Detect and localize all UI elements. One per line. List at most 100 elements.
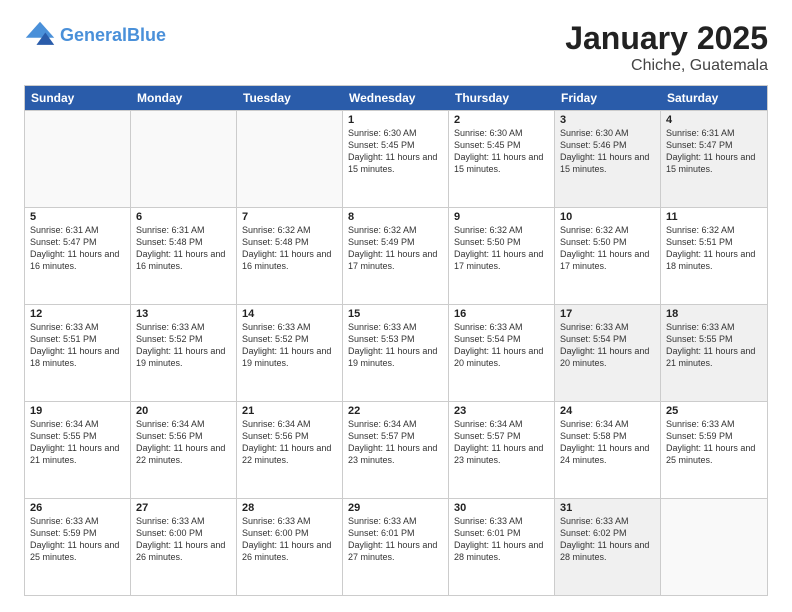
calendar-cell: 19Sunrise: 6:34 AM Sunset: 5:55 PM Dayli… [25,402,131,498]
day-number: 15 [348,308,443,320]
day-info: Sunrise: 6:33 AM Sunset: 5:59 PM Dayligh… [30,515,125,564]
day-number: 5 [30,211,125,223]
calendar-cell: 18Sunrise: 6:33 AM Sunset: 5:55 PM Dayli… [661,305,767,401]
day-number: 20 [136,405,231,417]
day-number: 1 [348,114,443,126]
calendar-week-2: 5Sunrise: 6:31 AM Sunset: 5:47 PM Daylig… [25,207,767,304]
day-number: 22 [348,405,443,417]
day-info: Sunrise: 6:33 AM Sunset: 5:53 PM Dayligh… [348,321,443,370]
logo-line1: General [60,25,127,45]
calendar-cell: 15Sunrise: 6:33 AM Sunset: 5:53 PM Dayli… [343,305,449,401]
calendar-cell: 10Sunrise: 6:32 AM Sunset: 5:50 PM Dayli… [555,208,661,304]
calendar-cell: 14Sunrise: 6:33 AM Sunset: 5:52 PM Dayli… [237,305,343,401]
day-number: 3 [560,114,655,126]
calendar-header: SundayMondayTuesdayWednesdayThursdayFrid… [25,86,767,110]
calendar-cell: 24Sunrise: 6:34 AM Sunset: 5:58 PM Dayli… [555,402,661,498]
day-info: Sunrise: 6:32 AM Sunset: 5:51 PM Dayligh… [666,224,762,273]
day-info: Sunrise: 6:33 AM Sunset: 6:02 PM Dayligh… [560,515,655,564]
day-number: 28 [242,502,337,514]
day-info: Sunrise: 6:32 AM Sunset: 5:50 PM Dayligh… [454,224,549,273]
day-info: Sunrise: 6:34 AM Sunset: 5:57 PM Dayligh… [348,418,443,467]
day-info: Sunrise: 6:32 AM Sunset: 5:50 PM Dayligh… [560,224,655,273]
main-title: January 2025 [565,20,768,57]
day-number: 7 [242,211,337,223]
day-number: 9 [454,211,549,223]
day-number: 8 [348,211,443,223]
day-number: 31 [560,502,655,514]
day-info: Sunrise: 6:33 AM Sunset: 5:59 PM Dayligh… [666,418,762,467]
calendar-cell [131,111,237,207]
calendar-cell: 23Sunrise: 6:34 AM Sunset: 5:57 PM Dayli… [449,402,555,498]
calendar-cell: 29Sunrise: 6:33 AM Sunset: 6:01 PM Dayli… [343,499,449,595]
calendar-cell [237,111,343,207]
day-info: Sunrise: 6:31 AM Sunset: 5:48 PM Dayligh… [136,224,231,273]
day-info: Sunrise: 6:33 AM Sunset: 5:55 PM Dayligh… [666,321,762,370]
day-info: Sunrise: 6:33 AM Sunset: 6:00 PM Dayligh… [136,515,231,564]
day-info: Sunrise: 6:30 AM Sunset: 5:46 PM Dayligh… [560,127,655,176]
day-number: 23 [454,405,549,417]
calendar-cell: 17Sunrise: 6:33 AM Sunset: 5:54 PM Dayli… [555,305,661,401]
calendar-week-5: 26Sunrise: 6:33 AM Sunset: 5:59 PM Dayli… [25,498,767,595]
day-number: 29 [348,502,443,514]
page: GeneralBlue January 2025 Chiche, Guatema… [0,0,792,612]
calendar-cell: 16Sunrise: 6:33 AM Sunset: 5:54 PM Dayli… [449,305,555,401]
day-info: Sunrise: 6:34 AM Sunset: 5:58 PM Dayligh… [560,418,655,467]
calendar: SundayMondayTuesdayWednesdayThursdayFrid… [24,85,768,596]
day-number: 24 [560,405,655,417]
calendar-cell: 7Sunrise: 6:32 AM Sunset: 5:48 PM Daylig… [237,208,343,304]
calendar-week-4: 19Sunrise: 6:34 AM Sunset: 5:55 PM Dayli… [25,401,767,498]
day-number: 30 [454,502,549,514]
calendar-cell: 11Sunrise: 6:32 AM Sunset: 5:51 PM Dayli… [661,208,767,304]
day-info: Sunrise: 6:33 AM Sunset: 5:52 PM Dayligh… [242,321,337,370]
logo-icon [24,20,56,52]
calendar-cell: 26Sunrise: 6:33 AM Sunset: 5:59 PM Dayli… [25,499,131,595]
calendar-cell: 22Sunrise: 6:34 AM Sunset: 5:57 PM Dayli… [343,402,449,498]
day-number: 10 [560,211,655,223]
calendar-cell: 13Sunrise: 6:33 AM Sunset: 5:52 PM Dayli… [131,305,237,401]
day-number: 17 [560,308,655,320]
calendar-cell: 30Sunrise: 6:33 AM Sunset: 6:01 PM Dayli… [449,499,555,595]
calendar-cell: 4Sunrise: 6:31 AM Sunset: 5:47 PM Daylig… [661,111,767,207]
day-number: 27 [136,502,231,514]
header: GeneralBlue January 2025 Chiche, Guatema… [24,20,768,75]
header-day-monday: Monday [131,86,237,110]
header-day-wednesday: Wednesday [343,86,449,110]
day-number: 19 [30,405,125,417]
header-day-tuesday: Tuesday [237,86,343,110]
day-info: Sunrise: 6:30 AM Sunset: 5:45 PM Dayligh… [348,127,443,176]
day-number: 26 [30,502,125,514]
calendar-cell: 3Sunrise: 6:30 AM Sunset: 5:46 PM Daylig… [555,111,661,207]
calendar-cell: 8Sunrise: 6:32 AM Sunset: 5:49 PM Daylig… [343,208,449,304]
calendar-cell: 20Sunrise: 6:34 AM Sunset: 5:56 PM Dayli… [131,402,237,498]
day-number: 21 [242,405,337,417]
day-number: 11 [666,211,762,223]
day-info: Sunrise: 6:33 AM Sunset: 5:51 PM Dayligh… [30,321,125,370]
calendar-body: 1Sunrise: 6:30 AM Sunset: 5:45 PM Daylig… [25,110,767,595]
calendar-cell: 5Sunrise: 6:31 AM Sunset: 5:47 PM Daylig… [25,208,131,304]
day-info: Sunrise: 6:33 AM Sunset: 5:54 PM Dayligh… [454,321,549,370]
calendar-cell: 28Sunrise: 6:33 AM Sunset: 6:00 PM Dayli… [237,499,343,595]
day-number: 25 [666,405,762,417]
day-info: Sunrise: 6:33 AM Sunset: 6:01 PM Dayligh… [348,515,443,564]
day-info: Sunrise: 6:34 AM Sunset: 5:56 PM Dayligh… [242,418,337,467]
day-info: Sunrise: 6:33 AM Sunset: 5:52 PM Dayligh… [136,321,231,370]
day-info: Sunrise: 6:33 AM Sunset: 6:01 PM Dayligh… [454,515,549,564]
day-number: 2 [454,114,549,126]
header-day-thursday: Thursday [449,86,555,110]
day-number: 6 [136,211,231,223]
header-day-saturday: Saturday [661,86,767,110]
day-number: 4 [666,114,762,126]
header-day-sunday: Sunday [25,86,131,110]
day-info: Sunrise: 6:34 AM Sunset: 5:56 PM Dayligh… [136,418,231,467]
day-number: 13 [136,308,231,320]
calendar-week-1: 1Sunrise: 6:30 AM Sunset: 5:45 PM Daylig… [25,110,767,207]
day-number: 12 [30,308,125,320]
day-info: Sunrise: 6:32 AM Sunset: 5:49 PM Dayligh… [348,224,443,273]
day-info: Sunrise: 6:31 AM Sunset: 5:47 PM Dayligh… [30,224,125,273]
day-info: Sunrise: 6:33 AM Sunset: 5:54 PM Dayligh… [560,321,655,370]
calendar-cell: 21Sunrise: 6:34 AM Sunset: 5:56 PM Dayli… [237,402,343,498]
calendar-cell: 31Sunrise: 6:33 AM Sunset: 6:02 PM Dayli… [555,499,661,595]
day-info: Sunrise: 6:32 AM Sunset: 5:48 PM Dayligh… [242,224,337,273]
day-number: 14 [242,308,337,320]
day-info: Sunrise: 6:31 AM Sunset: 5:47 PM Dayligh… [666,127,762,176]
